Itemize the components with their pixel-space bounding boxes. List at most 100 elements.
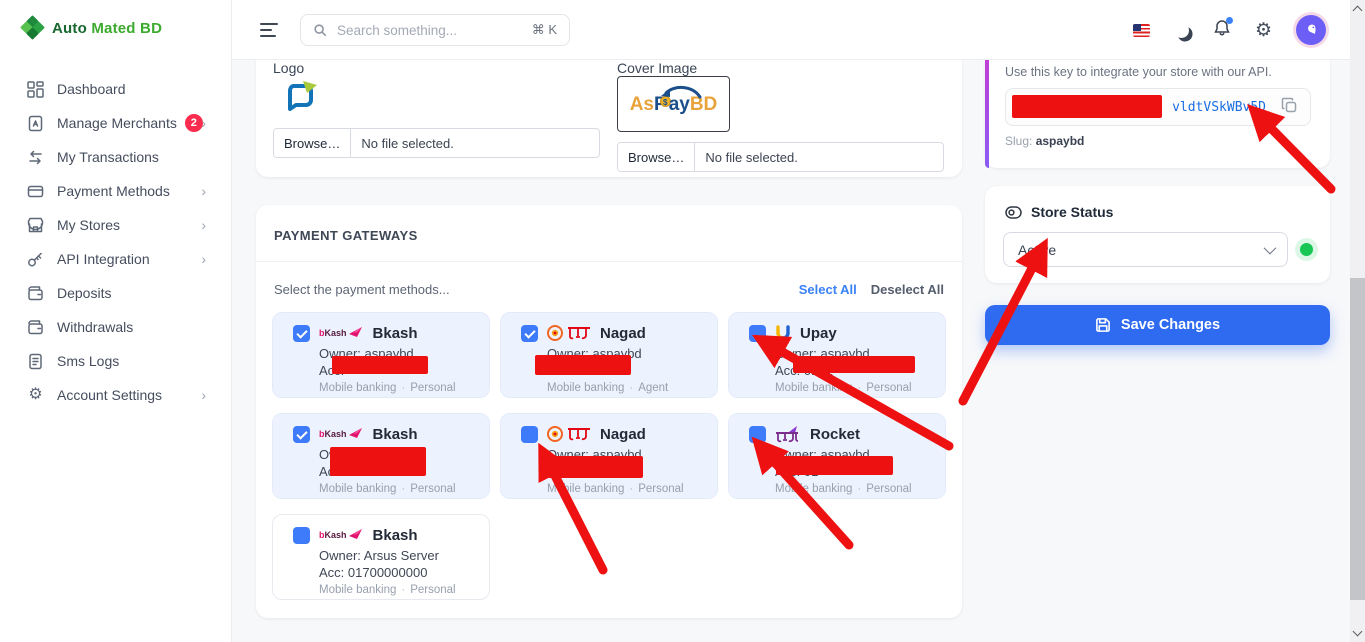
browse-button[interactable]: Browse… (618, 143, 695, 171)
payment-method-card[interactable]: Upay Owner: aspaybd Acc: 0131 Mobile bankin… (728, 312, 946, 398)
store-icon (27, 217, 44, 234)
copy-icon[interactable] (1281, 97, 1298, 119)
payment-method-owner: Owner: aspaybd (775, 447, 870, 462)
payment-method-card[interactable]: bKashBkashOwner: Arsus ServerAcc: 017000… (272, 514, 490, 600)
chevron-right-icon: › (201, 387, 206, 403)
payment-method-checkbox[interactable] (293, 527, 310, 544)
nagad-logo (547, 325, 591, 341)
sidebar-item-payment-methods[interactable]: Payment Methods › (0, 174, 232, 208)
search-placeholder: Search something... (337, 23, 522, 38)
document-icon (27, 353, 44, 370)
wallet-icon (27, 285, 44, 302)
merchant-file-icon (27, 115, 44, 132)
merchants-count-badge: 2 (185, 114, 203, 132)
search-shortcut: ⌘ K (532, 22, 557, 38)
sidebar-item-account-settings[interactable]: ⚙ Account Settings › (0, 378, 232, 412)
brand-diamond-icon (22, 17, 44, 39)
payment-method-name: Upay (800, 325, 837, 342)
credit-card-icon (27, 183, 44, 200)
sidebar-item-my-transactions[interactable]: My Transactions (0, 140, 232, 174)
payment-method-tags: Mobile banking·Personal (775, 382, 912, 394)
payment-method-account: Acc: (319, 464, 344, 479)
sidebar-item-api-integration[interactable]: API Integration › (0, 242, 232, 276)
payment-method-name: Bkash (373, 325, 418, 342)
bkash-logo: bKash (319, 327, 364, 339)
payment-method-checkbox[interactable] (293, 426, 310, 443)
api-key-field[interactable]: vldtVSkWBv5D (1005, 88, 1311, 126)
gateways-subtitle: Select the payment methods... (274, 282, 450, 297)
payment-method-tags: Mobile banking·Personal (547, 483, 684, 495)
aspaybd-logo: AsP$ayBD (630, 95, 718, 114)
api-key-hint: Use this key to integrate your store wit… (1005, 65, 1272, 79)
divider (256, 261, 962, 262)
payment-method-card[interactable]: bKashBkashOwner: aspaybdAcc:Mobile banki… (272, 413, 490, 499)
no-file-text: No file selected. (351, 129, 464, 157)
payment-method-name: Nagad (600, 426, 646, 443)
payment-method-owner: Owner: aspaybd (319, 447, 414, 462)
chevron-right-icon: › (201, 217, 206, 233)
payment-method-checkbox[interactable] (749, 325, 766, 342)
notifications-bell-icon[interactable] (1213, 19, 1231, 42)
payment-method-checkbox[interactable] (521, 325, 538, 342)
browse-button[interactable]: Browse… (274, 129, 351, 157)
payment-method-owner: Owner: aspaybd (775, 346, 870, 361)
bkash-logo: bKash (319, 428, 364, 440)
payment-method-card[interactable]: NagadOwner: aspaybdMobile banking·Person… (500, 413, 718, 499)
logo-file-input[interactable]: Browse… No file selected. (273, 128, 600, 158)
deselect-all-link[interactable]: Deselect All (871, 282, 944, 297)
sidebar-item-deposits[interactable]: Deposits (0, 276, 232, 310)
user-avatar[interactable] (1296, 15, 1326, 45)
save-changes-button[interactable]: Save Changes (985, 305, 1330, 345)
payment-method-account: Acc: 01 (775, 464, 818, 479)
cover-logo-arrow (658, 83, 704, 101)
scroll-up-icon[interactable] (1353, 6, 1363, 16)
store-logo-image (283, 79, 319, 120)
search-input[interactable]: Search something... ⌘ K (300, 14, 570, 46)
chevron-right-icon: › (201, 183, 206, 199)
payment-method-owner: Owner: aspaybd (547, 346, 642, 361)
payment-method-card[interactable]: bKashBkashOwner: aspaybdAcc:Mobile banki… (272, 312, 490, 398)
scroll-down-icon[interactable] (1353, 627, 1363, 637)
payment-method-account: Acc: 0131 (775, 363, 833, 378)
scrollbar-thumb[interactable] (1350, 278, 1365, 600)
status-selected-value: Active (1018, 242, 1264, 258)
settings-gear-icon[interactable]: ⚙ (1255, 21, 1272, 40)
hamburger-menu-icon[interactable] (260, 23, 280, 37)
sidebar-item-sms-logs[interactable]: Sms Logs (0, 344, 232, 378)
status-active-dot (1300, 243, 1313, 256)
cover-file-input[interactable]: Browse… No file selected. (617, 142, 944, 172)
dark-mode-moon-icon[interactable] (1173, 22, 1190, 39)
store-status-select[interactable]: Active (1003, 232, 1288, 267)
payment-method-card[interactable]: NagadOwner: aspaybdMobile banking·Agent (500, 312, 718, 398)
payment-method-name: Bkash (373, 527, 418, 544)
payment-method-checkbox[interactable] (521, 426, 538, 443)
sidebar-item-dashboard[interactable]: Dashboard (0, 72, 232, 106)
store-status-card: Store Status Active (985, 186, 1330, 283)
sidebar-item-withdrawals[interactable]: Withdrawals (0, 310, 232, 344)
chevron-down-icon (1264, 242, 1277, 255)
sidebar-item-manage-merchants[interactable]: Manage Merchants 2 › (0, 106, 232, 140)
app-logo[interactable]: Auto Mated BD (22, 17, 162, 39)
payment-method-account: Acc: 01700000000 (319, 565, 427, 580)
sidebar-item-my-stores[interactable]: My Stores › (0, 208, 232, 242)
select-all-link[interactable]: Select All (799, 282, 857, 297)
grid-icon (27, 81, 44, 98)
vertical-scrollbar[interactable] (1350, 0, 1365, 642)
upay-logo (775, 325, 791, 342)
api-key-card: Use this key to integrate your store wit… (985, 60, 1330, 168)
notification-dot (1226, 17, 1233, 24)
search-icon (313, 23, 327, 37)
top-bar: Search something... ⌘ K ⚙ (232, 0, 1350, 60)
language-flag-icon[interactable] (1133, 24, 1150, 37)
payment-method-name: Rocket (810, 426, 860, 443)
bkash-logo: bKash (319, 529, 364, 541)
store-media-card: Logo Browse… No file selected. Cover Ima… (256, 60, 962, 177)
payment-method-name: Bkash (373, 426, 418, 443)
payment-method-checkbox[interactable] (293, 325, 310, 342)
payment-method-card[interactable]: Rocket Owner: aspaybd Acc: 01 Mobile bankin… (728, 413, 946, 499)
payment-method-tags: Mobile banking·Personal (319, 382, 456, 394)
nagad-logo (547, 426, 591, 442)
save-floppy-icon (1095, 317, 1111, 333)
payment-method-tags: Mobile banking·Personal (775, 483, 912, 495)
payment-method-checkbox[interactable] (749, 426, 766, 443)
